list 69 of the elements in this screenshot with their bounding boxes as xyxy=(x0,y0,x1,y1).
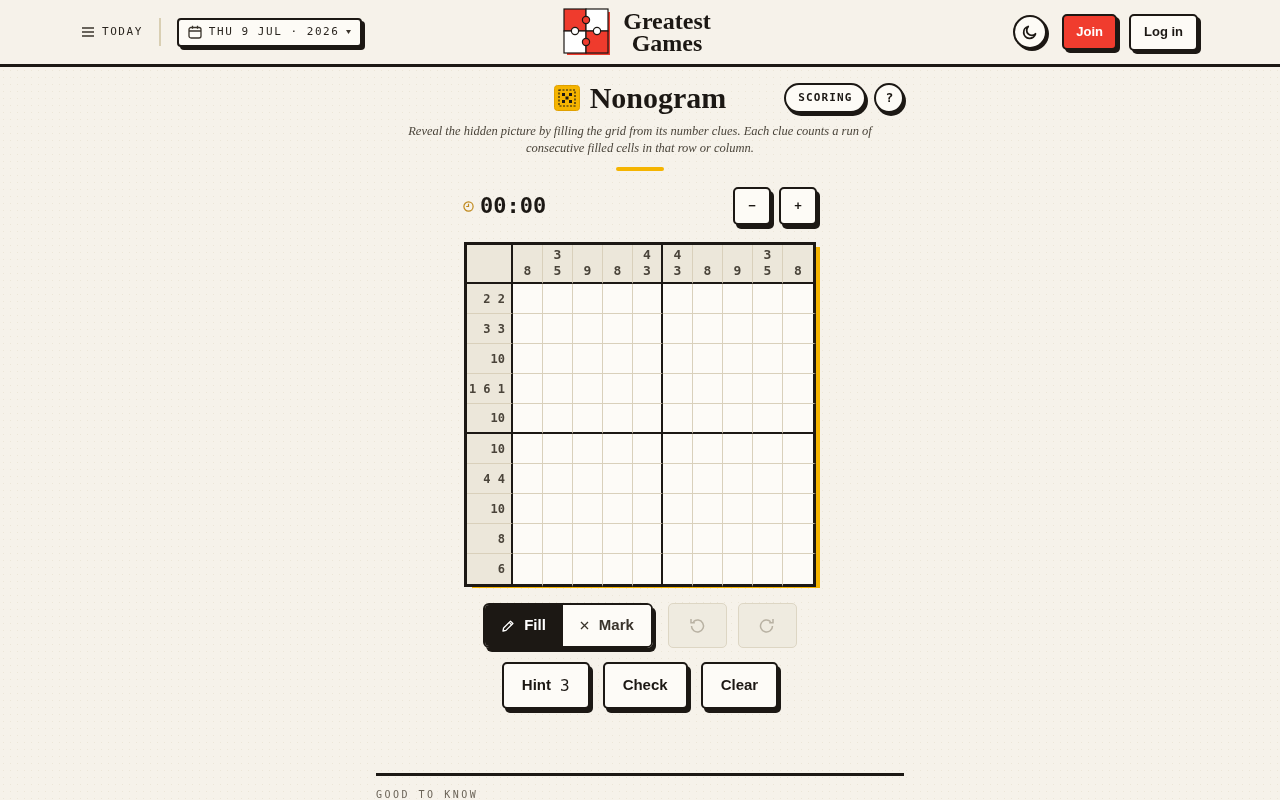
grid-cell[interactable] xyxy=(633,314,663,344)
clue-number: 4 xyxy=(643,247,651,263)
grid-cell[interactable] xyxy=(783,284,816,314)
grid-cell[interactable] xyxy=(783,344,816,374)
clue-number: 5 xyxy=(553,263,562,279)
row-clue: 10 xyxy=(467,434,513,464)
grid-cell[interactable] xyxy=(633,434,663,464)
clue-number: 8 xyxy=(794,263,802,279)
grid-cell[interactable] xyxy=(633,464,663,494)
grid-cell[interactable] xyxy=(783,404,816,434)
row-clue: 3 3 xyxy=(467,314,513,344)
clue-number: 9 xyxy=(733,263,742,279)
grid-cell[interactable] xyxy=(633,554,663,587)
clue-number: 8 xyxy=(703,263,712,279)
row-clue: 2 2 xyxy=(467,284,513,314)
logo-text: Greatest Games xyxy=(622,10,712,54)
grid-cell[interactable] xyxy=(633,494,663,524)
mode-tab[interactable]: Mark xyxy=(562,605,651,646)
grid-cell[interactable] xyxy=(633,344,663,374)
grid-cell[interactable] xyxy=(783,554,816,587)
row-clue: 1 6 1 xyxy=(467,374,513,404)
grid-cell[interactable] xyxy=(633,524,663,554)
clue-number: 4 xyxy=(673,247,682,263)
puzzle-title: Nonogram xyxy=(589,83,727,113)
row-clue: 6 xyxy=(467,554,513,587)
clue-number: 9 xyxy=(583,263,592,279)
date-picker-button[interactable]: THU 9 JUL · 2026 xyxy=(176,17,363,47)
row-clue: 10 xyxy=(467,404,513,434)
grid-puzzle-icon xyxy=(553,85,580,111)
join-button[interactable]: Join xyxy=(1062,14,1117,50)
clue-number: 5 xyxy=(763,263,772,279)
caret-icon xyxy=(346,30,352,34)
theme-toggle-button[interactable] xyxy=(1013,15,1048,49)
clock-icon xyxy=(463,200,474,212)
section-heading: GOOD TO KNOW xyxy=(376,790,479,800)
grid-cell[interactable] xyxy=(783,494,816,524)
clue-number: 3 xyxy=(763,247,772,263)
log-in-button[interactable]: Log in xyxy=(1129,13,1198,51)
scoring-button[interactable]: SCORING xyxy=(784,83,867,113)
cross-icon xyxy=(579,621,589,630)
grid-cell[interactable] xyxy=(783,434,816,464)
moon-icon xyxy=(1022,24,1039,40)
calendar-icon xyxy=(187,25,202,39)
pencil-icon xyxy=(502,619,515,632)
grid-cell[interactable] xyxy=(783,524,816,554)
redo-icon xyxy=(758,616,777,635)
menu-button[interactable]: TODAY xyxy=(82,23,143,41)
grid-cell[interactable] xyxy=(783,464,816,494)
grid-cell[interactable] xyxy=(633,284,663,314)
grid-cell[interactable] xyxy=(783,374,816,404)
timer: 00:00 xyxy=(480,195,547,217)
undo-icon xyxy=(688,616,707,635)
clue-number: 3 xyxy=(643,263,651,279)
row-clue: 8 xyxy=(467,524,513,554)
clue-number: 3 xyxy=(553,247,562,263)
menu-icon xyxy=(82,27,94,37)
grid-cell[interactable] xyxy=(633,404,663,434)
grid-cell[interactable] xyxy=(783,314,816,344)
puzzle-logo-icon xyxy=(563,8,611,56)
clue-number: 8 xyxy=(523,263,532,279)
row-clue: 4 4 xyxy=(467,464,513,494)
grid-cell[interactable] xyxy=(633,374,663,404)
clue-number: 3 xyxy=(673,263,682,279)
row-clue: 10 xyxy=(467,494,513,524)
help-button[interactable]: ? xyxy=(874,83,905,113)
clue-number: 8 xyxy=(613,263,622,279)
puzzle-description: Reveal the hidden picture by filling the grid from its number clues. Each clue counts a run of consecutive filled cells in that row or column. xyxy=(407,123,874,157)
row-clue: 10 xyxy=(467,344,513,374)
mode-tab[interactable]: Fill xyxy=(485,605,563,646)
